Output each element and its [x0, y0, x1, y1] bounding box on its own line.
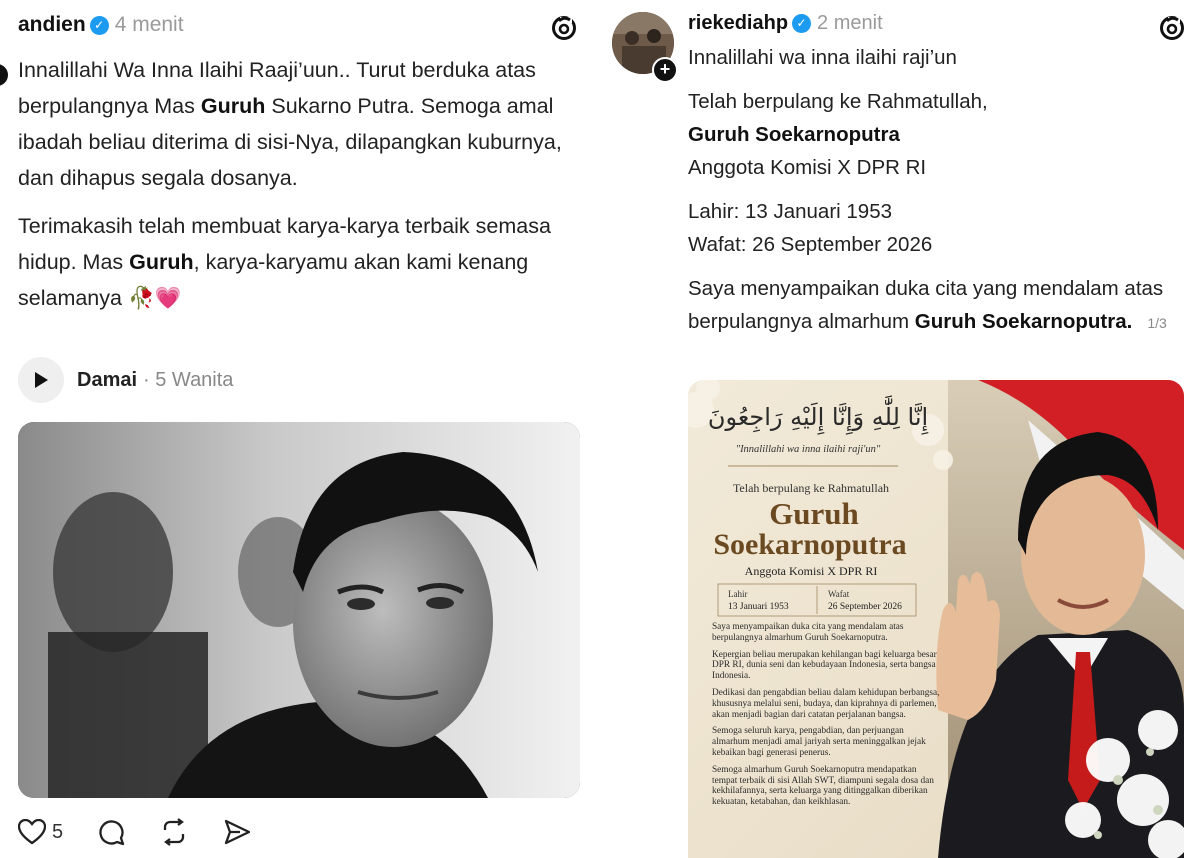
- deceased-name: Guruh Soekarnoputra: [688, 123, 900, 146]
- post-photo[interactable]: [18, 422, 580, 798]
- comment-icon: [99, 820, 125, 846]
- card-lahir-label: Lahir: [728, 589, 748, 599]
- username[interactable]: riekediahp: [688, 12, 788, 34]
- post-time: 4 menit: [114, 13, 184, 36]
- card-para-4: Semoga seluruh karya, pengabdian, dan pe…: [712, 726, 926, 758]
- post-text: Innalillahi wa inna ilaihi raji’un Telah…: [688, 41, 1188, 351]
- left-post: andien ✓ 4 menit Innalillahi Wa Inna Ilaih…: [0, 0, 600, 858]
- post-text: Innalillahi Wa Inna Ilaihi Raaji’uun.. T…: [18, 52, 583, 328]
- card-wafat-date: 26 September 2026: [828, 602, 902, 612]
- card-para-1: Saya menyampaikan duka cita yang mendala…: [712, 622, 904, 643]
- card-para-5: Semoga almarhum Guruh Soekarnoputra mend…: [712, 764, 934, 808]
- reply-button[interactable]: [97, 818, 125, 846]
- post-header: riekediahp ✓ 2 menit: [688, 12, 883, 35]
- like-count: 5: [52, 820, 64, 843]
- play-button[interactable]: [18, 357, 64, 403]
- card-name-2: Soekarnoputra: [713, 528, 906, 561]
- card-wafat-label: Wafat: [828, 589, 850, 599]
- threads-logo-icon[interactable]: [550, 14, 578, 42]
- follow-plus-icon[interactable]: +: [652, 57, 678, 83]
- paragraph-1: Innalillahi Wa Inna Ilaihi Raaji’uun.. T…: [18, 58, 562, 190]
- card-name-1: Guruh: [769, 496, 859, 531]
- text-line: Telah berpulang ke Rahmatullah,: [688, 90, 988, 113]
- song-artist: · 5 Wanita: [143, 368, 234, 391]
- condolence-text: Saya menyampaikan duka cita yang mendala…: [688, 272, 1188, 340]
- card-position: Anggota Komisi X DPR RI: [745, 564, 878, 578]
- action-bar: 5: [18, 818, 285, 846]
- threads-logo-icon[interactable]: [1158, 14, 1186, 42]
- card-para-2: Kepergian beliau merupakan kehilangan ba…: [712, 649, 937, 682]
- song-title: Damai: [77, 368, 138, 391]
- verified-badge-icon: ✓: [89, 16, 109, 35]
- post-time: 2 menit: [817, 12, 883, 34]
- text-line: Lahir: 13 Januari 1953: [688, 200, 893, 223]
- obituary-card-image[interactable]: إِنَّا لِلَّٰهِ وَإِنَّا إِلَيْهِ رَاجِع…: [688, 380, 1184, 858]
- share-button[interactable]: [223, 818, 251, 846]
- card-subtitle: "Innalillahi wa inna ilaihi raji'un": [736, 444, 881, 455]
- obituary-card: إِنَّا لِلَّٰهِ وَإِنَّا إِلَيْهِ رَاجِع…: [688, 380, 1184, 858]
- share-icon: [224, 819, 251, 845]
- image-pager: 1/3: [1147, 315, 1167, 331]
- heart-icon: [18, 819, 46, 845]
- username[interactable]: andien: [18, 13, 86, 36]
- verified-badge-icon: ✓: [792, 14, 812, 33]
- repost-button[interactable]: [159, 818, 189, 846]
- avatar-partial[interactable]: [0, 64, 8, 86]
- text-line: Wafat: 26 September 2026: [688, 233, 933, 256]
- music-attachment[interactable]: Damai · 5 Wanita: [18, 357, 233, 403]
- post-header: andien ✓ 4 menit: [18, 13, 184, 37]
- repost-icon: [163, 818, 185, 846]
- paragraph-2: Terimakasih telah membuat karya-karya te…: [18, 214, 551, 310]
- like-button[interactable]: 5: [18, 819, 63, 845]
- card-lahir-date: 13 Januari 1953: [728, 602, 789, 612]
- card-para-3: Dedikasi dan pengabdian beliau dalam keh…: [712, 687, 940, 720]
- card-telah: Telah berpulang ke Rahmatullah: [733, 481, 889, 495]
- text-line: Anggota Komisi X DPR RI: [688, 156, 927, 179]
- play-icon: [35, 372, 48, 388]
- text-line: Innalillahi wa inna ilaihi raji’un: [688, 46, 957, 69]
